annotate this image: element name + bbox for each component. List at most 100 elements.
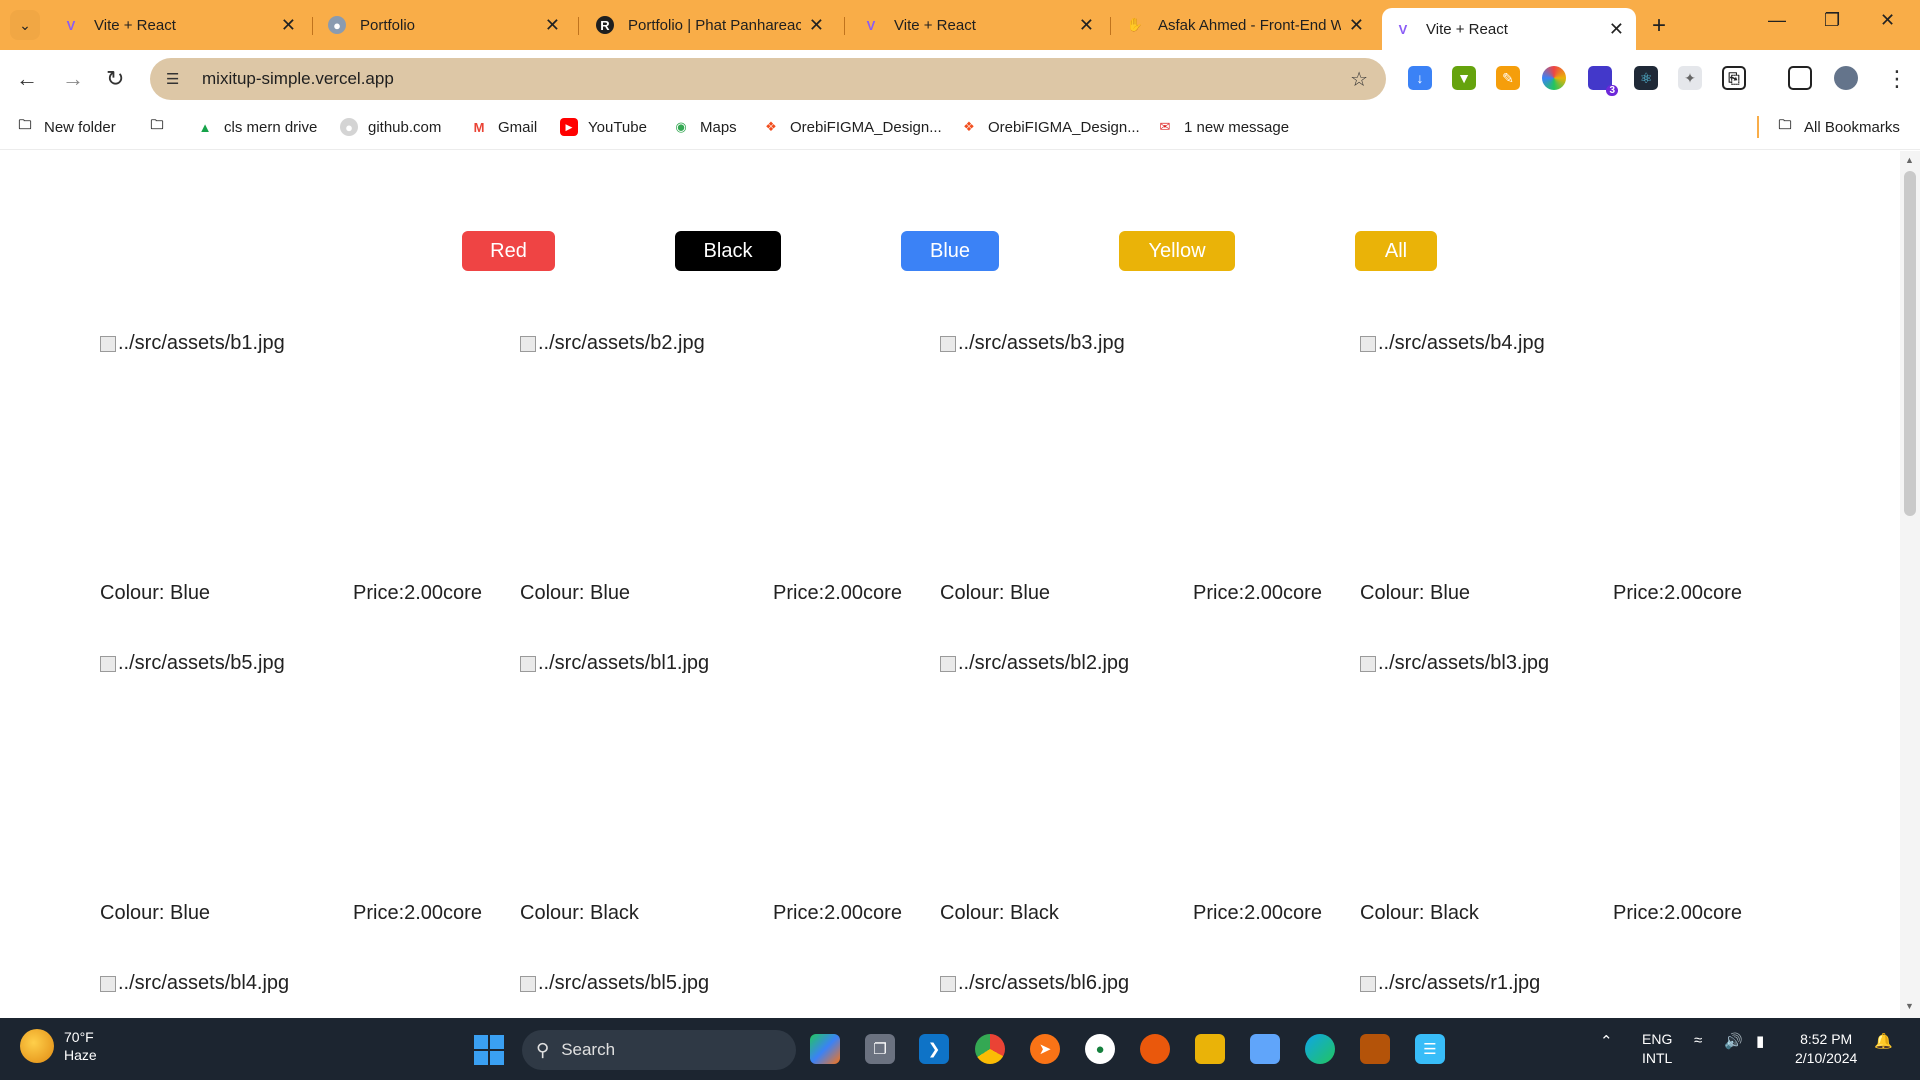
colorzilla-extension-icon[interactable]: [1542, 66, 1566, 90]
vscode-icon[interactable]: ❯: [919, 1034, 949, 1064]
clock-date: 2/10/2024: [1795, 1050, 1858, 1066]
minimize-icon[interactable]: —: [1768, 10, 1786, 31]
wifi-icon[interactable]: ≈: [1694, 1032, 1702, 1049]
search-icon: ⚲: [536, 1039, 550, 1060]
product-image: ../src/assets/bl2.jpg: [940, 652, 1129, 675]
bookmark-orebi-figma-1[interactable]: ❖ OrebiFIGMA_Design...: [762, 118, 942, 136]
broken-image-icon: [1360, 335, 1376, 352]
taskbar-search[interactable]: ⚲ Search: [522, 1030, 796, 1070]
chrome-icon[interactable]: [975, 1034, 1005, 1064]
stacked-extension-icon[interactable]: 3: [1588, 66, 1618, 96]
puzzle-extensions-icon[interactable]: ⎘: [1722, 66, 1746, 90]
hand-wave-icon: ✋: [1126, 17, 1144, 32]
filter-yellow-button[interactable]: Yellow: [1119, 231, 1235, 271]
product-image: ../src/assets/b1.jpg: [100, 332, 285, 355]
product-price: Price:2.00core: [353, 582, 482, 604]
postman-icon[interactable]: ➤: [1030, 1034, 1060, 1064]
tab-vite-react-active[interactable]: V Vite + React ✕: [1382, 8, 1636, 50]
mongodb-compass-icon[interactable]: ●: [1085, 1034, 1115, 1064]
color-picker-extension-icon[interactable]: ✎: [1496, 66, 1520, 90]
all-bookmarks-button[interactable]: 🗀 All Bookmarks: [1776, 117, 1899, 136]
close-icon[interactable]: ✕: [545, 15, 560, 36]
message-icon: ✉: [1159, 119, 1171, 134]
windows-start-icon[interactable]: [474, 1035, 504, 1065]
bookmark-label: github.com: [368, 118, 442, 136]
idm-extension-icon[interactable]: ▼: [1452, 66, 1476, 90]
close-icon[interactable]: ✕: [809, 15, 824, 36]
tab-portfolio-phat[interactable]: R Portfolio | Phat Panhareach ✕: [584, 8, 836, 42]
close-icon[interactable]: ✕: [281, 15, 296, 36]
profile-avatar[interactable]: [1834, 66, 1858, 90]
bookmark-star-icon[interactable]: ☆: [1350, 67, 1368, 92]
tray-chevron-up-icon[interactable]: ⌃: [1600, 1032, 1613, 1050]
bookmark-new-folder[interactable]: 🗀 New folder: [16, 117, 115, 136]
filter-all-button[interactable]: All: [1355, 231, 1437, 271]
bookmark-orebi-figma-2[interactable]: ❖ OrebiFIGMA_Design...: [960, 118, 1140, 136]
image-alt-text: ../src/assets/r1.jpg: [1378, 972, 1541, 994]
bookmark-folder[interactable]: 🗀: [148, 117, 176, 136]
scroll-up-arrow-icon[interactable]: ▲: [1905, 155, 1914, 165]
file-explorer-icon[interactable]: [1195, 1034, 1225, 1064]
bookmark-maps[interactable]: ◉ Maps: [672, 118, 736, 136]
tab-vite-react-2[interactable]: V Vite + React ✕: [850, 8, 1106, 42]
filter-black-button[interactable]: Black: [675, 231, 781, 271]
notification-bell-icon[interactable]: 🔔: [1874, 1032, 1893, 1050]
edge-icon[interactable]: [1305, 1034, 1335, 1064]
tab-divider: [1110, 17, 1111, 35]
keyboard-layout: INTL: [1642, 1050, 1673, 1066]
tab-asfak-ahmed[interactable]: ✋ Asfak Ahmed - Front-End W ✕: [1114, 8, 1376, 42]
restore-icon[interactable]: ❐: [1824, 10, 1840, 31]
close-icon[interactable]: ✕: [1609, 19, 1624, 40]
maps-pin-icon: ◉: [675, 119, 687, 134]
bookmark-github[interactable]: ● github.com: [340, 118, 441, 136]
weather-widget[interactable]: 70°F Haze: [20, 1028, 97, 1064]
close-icon[interactable]: ✕: [1079, 15, 1094, 36]
broken-image-icon: [940, 335, 956, 352]
bookmark-label: cls mern drive: [224, 118, 318, 136]
broken-image-icon: [520, 335, 536, 352]
tab-divider: [844, 17, 845, 35]
scroll-down-arrow-icon[interactable]: ▼: [1905, 1001, 1914, 1011]
download-extension-icon[interactable]: ↓: [1408, 66, 1432, 90]
language-indicator[interactable]: ENG INTL: [1642, 1030, 1672, 1068]
tab-search-button[interactable]: ⌄: [10, 10, 40, 40]
more-menu-icon[interactable]: ⋮: [1886, 66, 1908, 92]
forward-arrow-icon[interactable]: →: [62, 66, 84, 92]
side-panel-icon[interactable]: [1788, 66, 1812, 90]
tab-vite-react-1[interactable]: V Vite + React ✕: [50, 8, 308, 42]
bookmark-new-message[interactable]: ✉ 1 new message: [1156, 118, 1290, 136]
close-icon[interactable]: ✕: [1349, 15, 1364, 36]
broken-image-icon: [520, 655, 536, 672]
new-tab-plus-icon[interactable]: +: [1652, 12, 1666, 40]
tab-title: Vite + React: [1426, 20, 1508, 38]
gmail-icon: M: [473, 119, 485, 135]
volume-icon[interactable]: 🔊: [1724, 1032, 1743, 1050]
extension-sparkle-icon[interactable]: ✦: [1678, 66, 1702, 90]
site-settings-icon[interactable]: ☰: [166, 70, 190, 88]
filter-red-button[interactable]: Red: [462, 231, 555, 271]
system-clock[interactable]: 8:52 PM 2/10/2024: [1795, 1030, 1857, 1068]
photos-icon[interactable]: [1250, 1034, 1280, 1064]
firefox-icon[interactable]: [1140, 1034, 1170, 1064]
copilot-icon[interactable]: [810, 1034, 840, 1064]
notepad-icon[interactable]: ☰: [1415, 1034, 1445, 1064]
react-devtools-icon[interactable]: ⚛: [1634, 66, 1658, 90]
window-close-icon[interactable]: ✕: [1880, 10, 1895, 31]
app-tile-icon[interactable]: [1360, 1034, 1390, 1064]
back-arrow-icon[interactable]: ←: [16, 66, 38, 92]
weather-description: Haze: [64, 1047, 97, 1063]
battery-icon[interactable]: ▮: [1756, 1032, 1764, 1050]
bookmark-gmail[interactable]: M Gmail: [470, 118, 538, 136]
bookmark-youtube[interactable]: ▶ YouTube: [560, 118, 647, 136]
task-view-icon[interactable]: ❐: [865, 1034, 895, 1064]
address-url[interactable]: mixitup-simple.vercel.app: [202, 69, 394, 89]
bookmark-cls-mern-drive[interactable]: ▲ cls mern drive: [196, 118, 318, 136]
address-bar[interactable]: ☰ mixitup-simple.vercel.app ☆: [150, 58, 1386, 100]
broken-image-icon: [940, 655, 956, 672]
filter-blue-button[interactable]: Blue: [901, 231, 999, 271]
scrollbar-thumb[interactable]: [1904, 171, 1916, 516]
tab-portfolio[interactable]: ● Portfolio ✕: [316, 8, 572, 42]
reload-icon[interactable]: ↻: [106, 66, 124, 92]
image-alt-text: ../src/assets/b1.jpg: [118, 332, 285, 354]
page-scrollbar[interactable]: ▲ ▼: [1900, 151, 1920, 1018]
